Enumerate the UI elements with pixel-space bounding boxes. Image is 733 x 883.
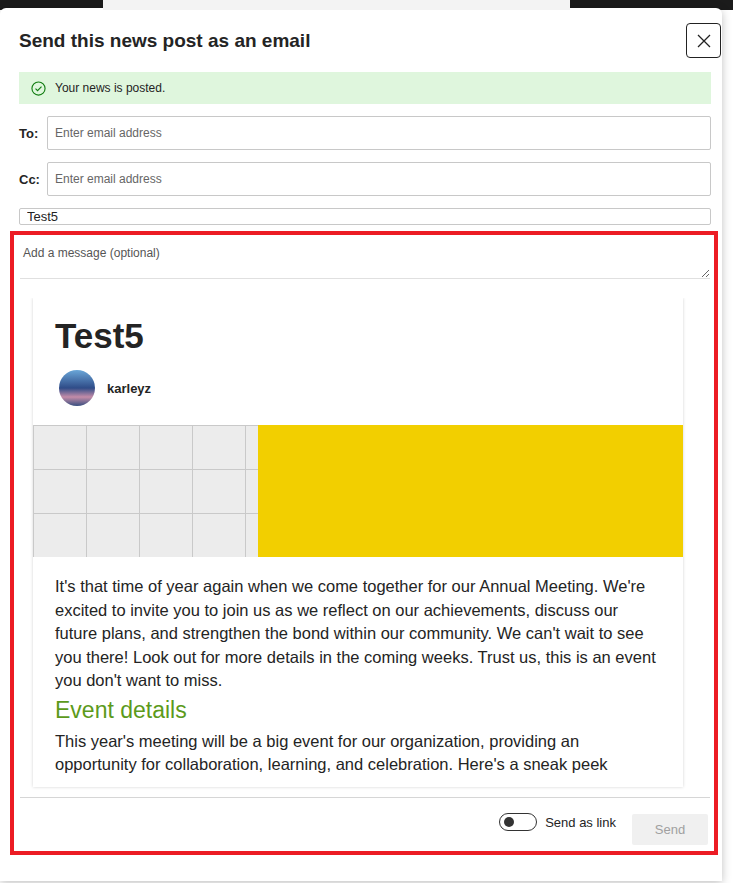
author-name: karleyz: [107, 381, 151, 396]
preview-card: Test5 karleyz It's that time of year again…: [33, 298, 683, 787]
email-input[interactable]: [47, 116, 711, 150]
banner-calendar: [33, 425, 258, 557]
send-as-link-toggle[interactable]: [499, 813, 537, 831]
dialog-footer: Send as link Send: [20, 797, 710, 846]
post-paragraph: This year's meeting will be a big event …: [55, 730, 661, 777]
site-search[interactable]: [103, 0, 570, 10]
dialog-title: Send this news post as an email: [19, 30, 310, 52]
success-notice: Your news is posted.: [19, 72, 711, 104]
close-icon: [697, 34, 711, 48]
recipient-row: To:: [19, 116, 711, 150]
message-area: Test5 karleyz It's that time of year again…: [10, 231, 718, 855]
send-email-dialog: Send this news post as an email Your news…: [0, 8, 722, 881]
dialog-header: Send this news post as an email: [0, 8, 722, 58]
post-heading: Event details: [55, 697, 661, 724]
field-label: Cc:: [19, 172, 47, 187]
toggle-knob: [504, 817, 514, 827]
page: Send this news post as an email Your news…: [0, 0, 733, 883]
post-title: Test5: [33, 316, 683, 356]
email-input[interactable]: [47, 162, 711, 196]
message-input[interactable]: [20, 241, 710, 279]
dialog-content: Your news is posted. To: Cc: Test5 karleyz It…: [0, 58, 722, 855]
avatar-icon: [59, 370, 95, 406]
subject-input[interactable]: [19, 208, 711, 225]
check-circle-icon: [31, 81, 46, 96]
notice-text: Your news is posted.: [55, 81, 165, 95]
send-button[interactable]: Send: [632, 814, 708, 845]
toggle-label: Send as link: [545, 815, 616, 830]
post-preview: Test5 karleyz It's that time of year again…: [20, 298, 710, 797]
banner-image: [33, 425, 683, 557]
close-button[interactable]: [686, 23, 721, 58]
banner-yellow: [258, 425, 683, 557]
post-paragraph: It's that time of year again when we com…: [55, 575, 661, 693]
author: karleyz: [33, 356, 683, 406]
recipient-row: Cc:: [19, 162, 711, 196]
post-body: It's that time of year again when we com…: [33, 557, 683, 787]
field-label: To:: [19, 126, 47, 141]
